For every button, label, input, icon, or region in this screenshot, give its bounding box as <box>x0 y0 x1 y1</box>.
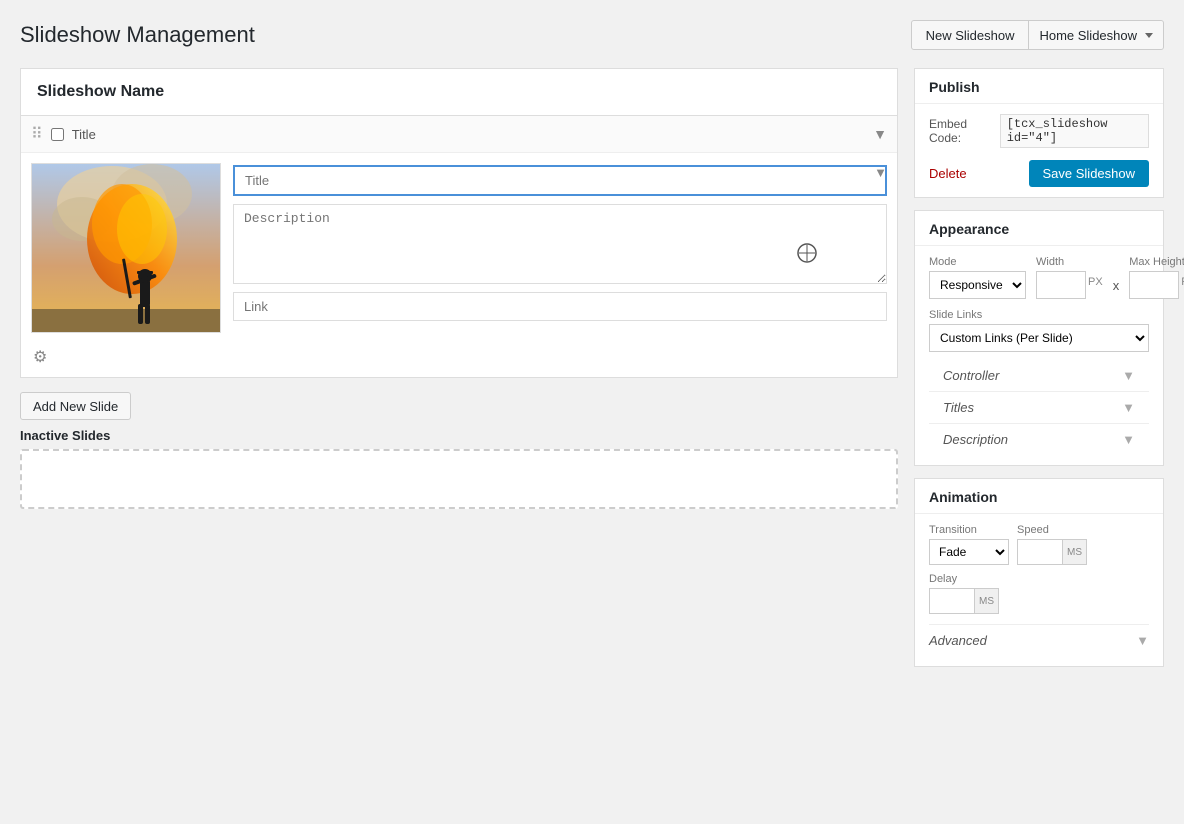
mode-label: Mode <box>929 256 1026 268</box>
animation-heading: Animation <box>929 489 1149 505</box>
publish-body: Embed Code: [tcx_slideshow id="4"] Delet… <box>915 104 1163 197</box>
appearance-mode-row: Mode Responsive Width auto PX <box>929 256 1149 299</box>
slide-image <box>31 163 221 333</box>
slide-title-col-label: Title <box>72 127 873 142</box>
titles-chevron-icon: ▼ <box>1122 400 1135 415</box>
drag-handle-icon[interactable]: ⠿ <box>31 124 43 144</box>
page-title: Slideshow Management <box>20 22 255 48</box>
slide-settings-row: ⚙ <box>21 343 897 377</box>
delete-button[interactable]: Delete <box>929 166 967 181</box>
top-buttons: New Slideshow Home Slideshow <box>911 20 1164 50</box>
slide-checkbox[interactable] <box>51 128 64 141</box>
speed-label: Speed <box>1017 524 1087 536</box>
appearance-box: Appearance Mode Responsive Width <box>914 210 1164 466</box>
publish-box: Publish Embed Code: [tcx_slideshow id="4… <box>914 68 1164 198</box>
bottom-actions: Add New Slide Inactive Slides <box>20 378 898 517</box>
right-panel: Publish Embed Code: [tcx_slideshow id="4… <box>914 68 1164 679</box>
width-field: Width auto PX <box>1036 256 1103 299</box>
slide-description-input[interactable] <box>233 204 887 284</box>
animation-body: Transition Fade Speed 900 ms <box>915 514 1163 666</box>
controller-chevron-icon: ▼ <box>1122 368 1135 383</box>
embed-code-value: [tcx_slideshow id="4"] <box>1000 114 1149 148</box>
inactive-drop-zone <box>20 449 898 509</box>
collapsibles: Controller ▼ Titles ▼ Description ▼ <box>929 360 1149 455</box>
speed-input[interactable]: 900 <box>1017 539 1062 565</box>
advanced-label: Advanced <box>929 633 987 648</box>
transition-label: Transition <box>929 524 1009 536</box>
description-collapsible[interactable]: Description ▼ <box>929 423 1149 455</box>
width-label: Width <box>1036 256 1103 268</box>
main-layout: Slideshow Name ⠿ Title ▼ <box>20 68 1164 679</box>
slide-link-input[interactable] <box>233 292 887 321</box>
speed-field: Speed 900 ms <box>1017 524 1087 565</box>
transition-field: Transition Fade <box>929 524 1009 565</box>
appearance-body: Mode Responsive Width auto PX <box>915 246 1163 465</box>
size-separator: x <box>1113 278 1120 293</box>
slide-header-chevron-icon[interactable]: ▼ <box>873 126 887 142</box>
animation-box: Animation Transition Fade Speed <box>914 478 1164 667</box>
embed-code-label: Embed Code: <box>929 117 992 145</box>
publish-header: Publish <box>915 69 1163 104</box>
advanced-collapsible[interactable]: Advanced ▼ <box>929 624 1149 656</box>
titles-collapsible[interactable]: Titles ▼ <box>929 391 1149 423</box>
transition-select[interactable]: Fade <box>929 539 1009 565</box>
publish-actions: Delete Save Slideshow <box>929 156 1149 187</box>
max-height-field: Max Height auto PX <box>1129 256 1184 299</box>
speed-unit: ms <box>1062 539 1087 565</box>
slideshow-name-box: Slideshow Name <box>20 68 898 115</box>
slide-header-row: ⠿ Title ▼ <box>21 116 897 153</box>
controller-collapsible[interactable]: Controller ▼ <box>929 360 1149 391</box>
slide-image-svg <box>32 164 221 333</box>
mode-field: Mode Responsive <box>929 256 1026 299</box>
speed-input-wrap: 900 ms <box>1017 539 1087 565</box>
titles-label: Titles <box>943 400 974 415</box>
inactive-slides-label: Inactive Slides <box>20 428 898 443</box>
max-height-input[interactable]: auto <box>1129 271 1179 299</box>
appearance-heading: Appearance <box>929 221 1149 237</box>
description-chevron-icon: ▼ <box>1122 432 1135 447</box>
width-input[interactable]: auto <box>1036 271 1086 299</box>
slideshow-name-heading: Slideshow Name <box>37 83 881 101</box>
publish-heading: Publish <box>929 79 1149 95</box>
delay-input-wrap: 4000 ms <box>929 588 999 614</box>
home-slideshow-button[interactable]: Home Slideshow <box>1029 20 1164 50</box>
delay-field: Delay 4000 ms <box>929 573 999 614</box>
slide-links-select[interactable]: Custom Links (Per Slide) <box>929 324 1149 352</box>
slide-fields <box>233 163 887 321</box>
controller-label: Controller <box>943 368 999 383</box>
delay-unit: ms <box>974 588 999 614</box>
max-height-label: Max Height <box>1129 256 1184 268</box>
dropdown-arrow-icon <box>1145 33 1153 38</box>
new-slideshow-button[interactable]: New Slideshow <box>911 20 1030 50</box>
animation-header: Animation <box>915 479 1163 514</box>
slide-gear-icon[interactable]: ⚙ <box>33 349 47 366</box>
slide-row: ▼ <box>21 153 897 343</box>
save-slideshow-button[interactable]: Save Slideshow <box>1029 160 1150 187</box>
slide-links-label: Slide Links <box>929 309 1149 321</box>
description-label: Description <box>943 432 1008 447</box>
slide-links-row: Slide Links Custom Links (Per Slide) <box>929 309 1149 352</box>
width-unit: PX <box>1088 276 1103 288</box>
appearance-header: Appearance <box>915 211 1163 246</box>
slide-title-input[interactable] <box>233 165 887 196</box>
mode-select[interactable]: Responsive <box>929 271 1026 299</box>
embed-code-row: Embed Code: [tcx_slideshow id="4"] <box>929 114 1149 148</box>
animation-grid: Transition Fade Speed 900 ms <box>929 524 1149 614</box>
slides-container: ⠿ Title ▼ <box>20 115 898 378</box>
add-new-slide-button[interactable]: Add New Slide <box>20 392 131 420</box>
delay-label: Delay <box>929 573 999 585</box>
advanced-chevron-icon: ▼ <box>1136 633 1149 648</box>
delay-input[interactable]: 4000 <box>929 588 974 614</box>
left-panel: Slideshow Name ⠿ Title ▼ <box>20 68 898 517</box>
slide-row-chevron-icon[interactable]: ▼ <box>874 165 887 180</box>
